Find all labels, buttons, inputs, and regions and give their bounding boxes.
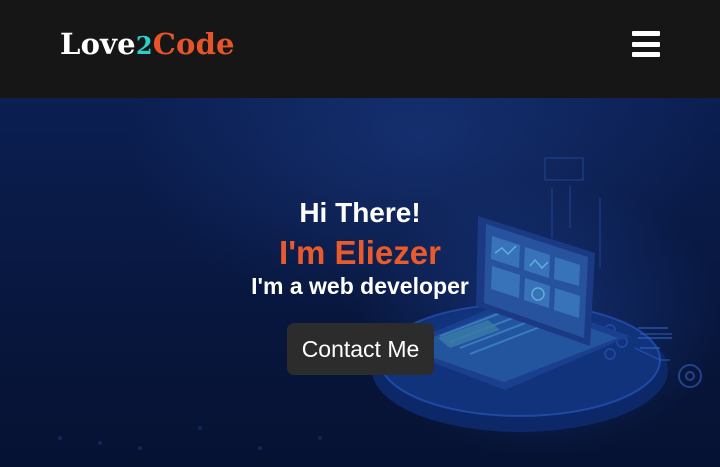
contact-me-button[interactable]: Contact Me <box>287 323 434 375</box>
hero-section: Hi There! I'm Eliezer I'm a web develope… <box>0 98 720 467</box>
hero-greeting: Hi There! <box>299 197 421 228</box>
menu-bar <box>632 31 660 36</box>
hero-name: I'm Eliezer <box>279 234 441 271</box>
navbar: Love2Code <box>0 0 720 98</box>
logo-text-2: 2 <box>135 31 153 60</box>
menu-bar <box>632 41 660 47</box>
site-logo[interactable]: Love2Code <box>60 26 235 64</box>
hero-role: I'm a web developer <box>251 273 469 299</box>
logo-text-code: Code <box>152 27 235 61</box>
logo-text-love: Love <box>60 27 136 61</box>
hamburger-menu-icon[interactable] <box>628 28 664 60</box>
menu-bar <box>632 52 660 57</box>
